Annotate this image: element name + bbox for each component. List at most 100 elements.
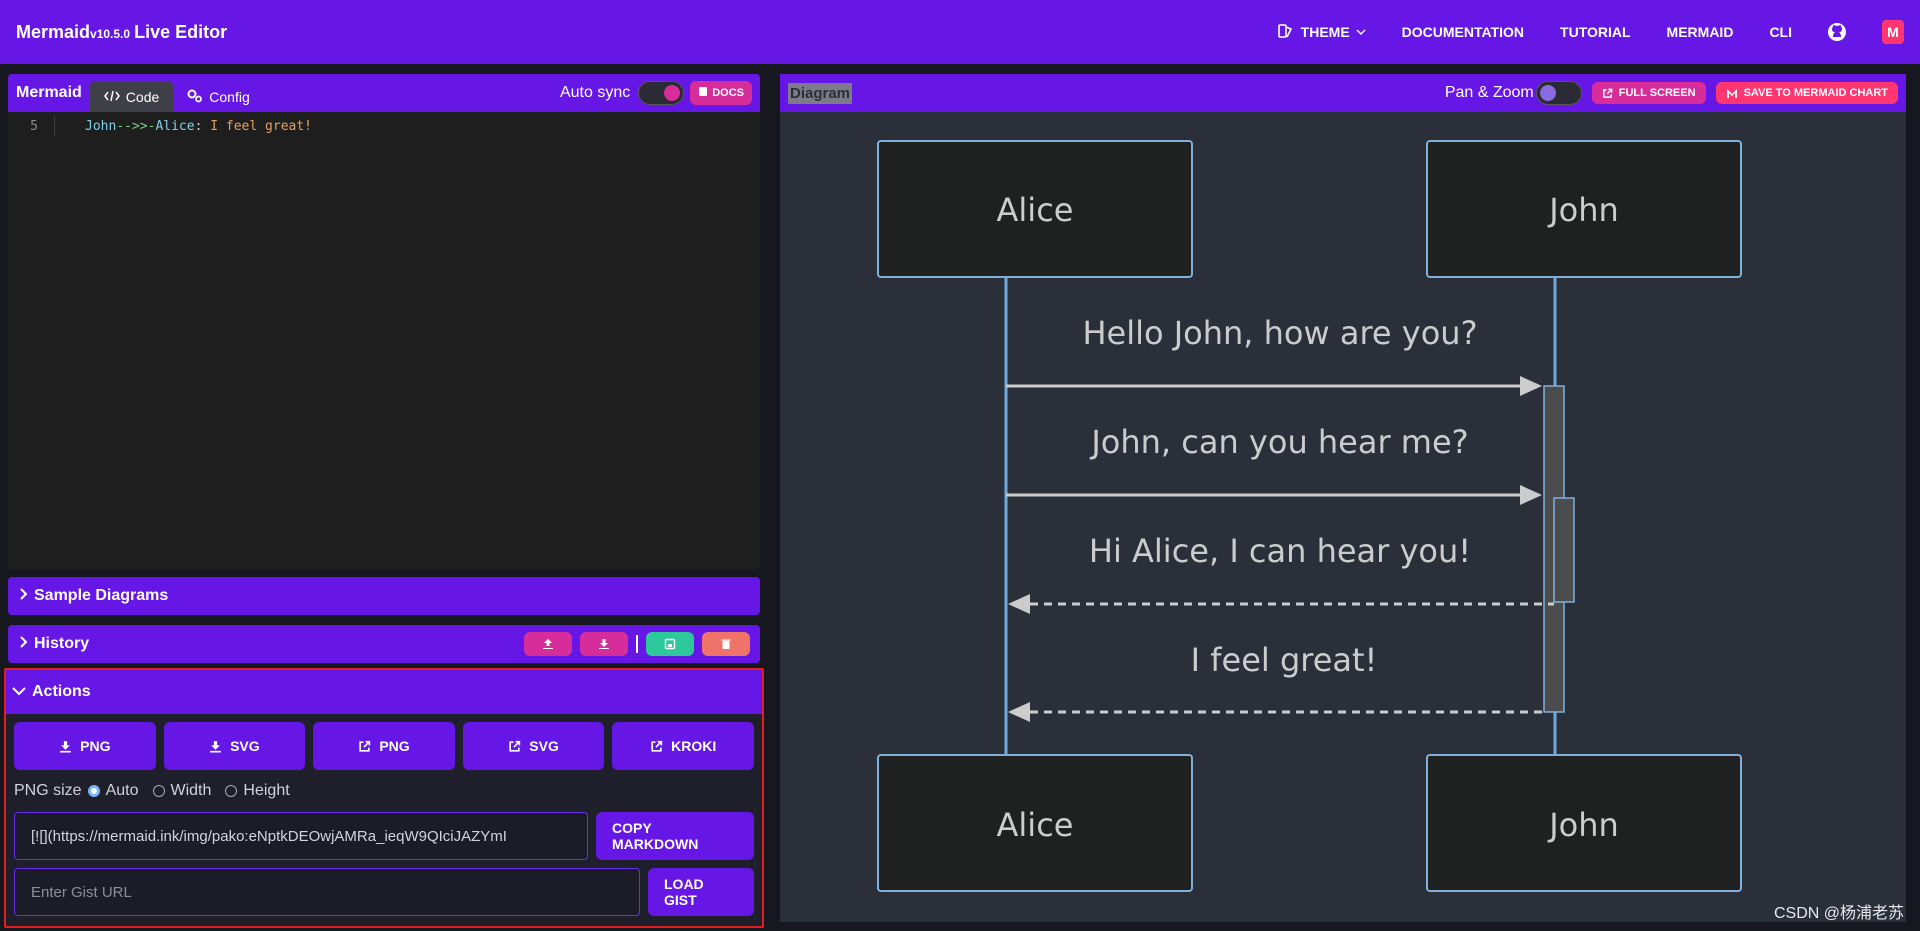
nav-cli[interactable]: CLI — [1769, 24, 1792, 40]
tab-code-label: Code — [125, 89, 160, 105]
markdown-row: [![](https://mermaid.ink/img/pako:eNptkD… — [14, 812, 754, 860]
tab-code[interactable]: Code — [89, 82, 174, 112]
autosync-label: Auto sync — [559, 84, 631, 101]
external-link-icon — [359, 740, 371, 752]
diagram-label: Diagram — [788, 82, 853, 104]
nav-mermaid[interactable]: MERMAID — [1667, 24, 1734, 40]
download-icon — [210, 740, 222, 752]
kroki-label: KROKI — [671, 738, 717, 754]
download-png-button[interactable]: PNG — [14, 722, 156, 770]
radio-height[interactable] — [225, 785, 238, 797]
toggle-knob — [1539, 85, 1556, 101]
download-icon — [599, 639, 609, 649]
autosync-toggle[interactable] — [638, 81, 685, 105]
message-label: John, can you hear me? — [1089, 423, 1468, 461]
nav-documentation[interactable]: DOCUMENTATION — [1402, 24, 1524, 40]
code-line: 5 John -->> - Alice : I feel great! — [8, 116, 760, 136]
chevron-down-icon — [1356, 24, 1366, 40]
actions-title: Actions — [32, 683, 91, 700]
message-label: I feel great! — [1191, 641, 1378, 679]
radio-auto[interactable] — [87, 785, 100, 797]
gist-row: Enter Gist URL LOAD GIST — [14, 868, 754, 916]
open-svg-label: SVG — [529, 738, 559, 754]
sample-diagrams-title: Sample Diagrams — [34, 587, 169, 604]
upload-history-button[interactable] — [524, 632, 572, 656]
nav-menu: THEME DOCUMENTATION TUTORIAL MERMAID CLI… — [1241, 20, 1904, 44]
code-token: -->> — [116, 118, 148, 134]
message-label: Hi Alice, I can hear you! — [1089, 532, 1471, 570]
load-gist-button[interactable]: LOAD GIST — [648, 868, 754, 916]
app-name: Mermaid — [16, 21, 91, 42]
history-title: History — [34, 635, 90, 652]
history-section[interactable]: History — [8, 625, 760, 663]
radio-height-label: Height — [243, 782, 290, 799]
github-icon[interactable] — [1826, 21, 1848, 43]
nav-theme[interactable]: THEME — [1277, 22, 1366, 43]
editor-card: Mermaid Code Config Auto sync DOCS 5 Joh… — [8, 74, 760, 570]
arrow-head — [1008, 594, 1030, 614]
code-editor[interactable]: 5 John -->> - Alice : I feel great! — [8, 112, 760, 140]
pan-zoom-label: Pan & Zoom — [1444, 84, 1534, 101]
docs-label: DOCS — [712, 87, 744, 99]
diagram-header: Diagram Pan & Zoom FULL SCREEN SAVE TO M… — [780, 74, 1906, 112]
top-navbar: Mermaid v10.5.0 Live Editor THEME DOCUME… — [0, 0, 1920, 64]
actions-body: PNG SVG PNG SVG KROKI PNG size Auto Widt… — [6, 714, 762, 926]
indent-guide — [54, 116, 55, 136]
open-png-button[interactable]: PNG — [313, 722, 455, 770]
save-history-button[interactable] — [646, 632, 694, 656]
divider — [636, 635, 638, 653]
radio-width[interactable] — [152, 785, 165, 797]
watermark: CSDN @杨浦老苏 — [1773, 905, 1904, 922]
download-history-button[interactable] — [580, 632, 628, 656]
john-activation-nested — [1553, 497, 1575, 603]
arrow-head — [1520, 485, 1542, 505]
mermaid-logo-icon — [1726, 88, 1737, 98]
app-brand[interactable]: Mermaid v10.5.0 Live Editor — [16, 22, 227, 43]
copy-markdown-button[interactable]: COPY MARKDOWN — [596, 812, 754, 860]
participant-label: John — [1547, 191, 1619, 229]
radio-auto-label: Auto — [105, 782, 139, 799]
actions-header[interactable]: Actions — [6, 670, 762, 714]
participant-john-bottom: John — [1426, 754, 1742, 892]
markdown-input[interactable]: [![](https://mermaid.ink/img/pako:eNptkD… — [14, 812, 588, 860]
tab-config[interactable]: Config — [173, 82, 263, 112]
external-link-icon — [509, 740, 521, 752]
arrow-head — [1520, 376, 1542, 396]
message-label: Hello John, how are you? — [1082, 314, 1477, 352]
chevron-right-icon — [18, 587, 28, 605]
code-token: : — [194, 118, 211, 134]
nav-tutorial[interactable]: TUTORIAL — [1560, 24, 1631, 40]
left-panel: Mermaid Code Config Auto sync DOCS 5 Joh… — [0, 64, 768, 931]
participant-alice-top: Alice — [877, 140, 1193, 278]
right-panel: Diagram Pan & Zoom FULL SCREEN SAVE TO M… — [768, 64, 1920, 931]
kroki-button[interactable]: KROKI — [612, 722, 754, 770]
sample-diagrams-section[interactable]: Sample Diagrams — [8, 577, 760, 615]
code-token: John — [85, 118, 117, 134]
delete-history-button[interactable] — [702, 632, 750, 656]
full-screen-button[interactable]: FULL SCREEN — [1591, 82, 1706, 104]
open-svg-button[interactable]: SVG — [462, 722, 605, 770]
save-icon — [664, 638, 676, 650]
code-icon — [103, 89, 120, 105]
participant-label: Alice — [997, 191, 1074, 229]
gist-url-input[interactable]: Enter Gist URL — [14, 868, 640, 916]
code-token: Alice — [155, 118, 195, 134]
diagram-canvas[interactable]: Alice John Hello John, how are you? John… — [780, 112, 1906, 922]
docs-button[interactable]: DOCS — [690, 81, 752, 105]
theme-icon — [1277, 22, 1295, 43]
line-number: 5 — [30, 118, 38, 134]
png-size-options: PNG size Auto Width Height — [14, 782, 754, 800]
png-size-label: PNG size — [14, 782, 82, 799]
toggle-knob — [664, 85, 681, 101]
full-screen-label: FULL SCREEN — [1618, 87, 1696, 99]
sequence-diagram: Alice John Hello John, how are you? John… — [877, 140, 1742, 892]
save-to-mermaid-chart-button[interactable]: SAVE TO MERMAID CHART — [1715, 82, 1898, 104]
download-svg-button[interactable]: SVG — [163, 722, 306, 770]
save-chart-label: SAVE TO MERMAID CHART — [1743, 87, 1888, 99]
pan-zoom-toggle[interactable] — [1535, 81, 1582, 105]
external-link-icon — [1602, 88, 1613, 98]
nav-theme-label: THEME — [1300, 24, 1350, 40]
export-buttons: PNG SVG PNG SVG KROKI — [14, 722, 754, 770]
download-png-label: PNG — [80, 738, 111, 754]
mermaid-chart-logo-icon[interactable]: M — [1882, 20, 1904, 44]
